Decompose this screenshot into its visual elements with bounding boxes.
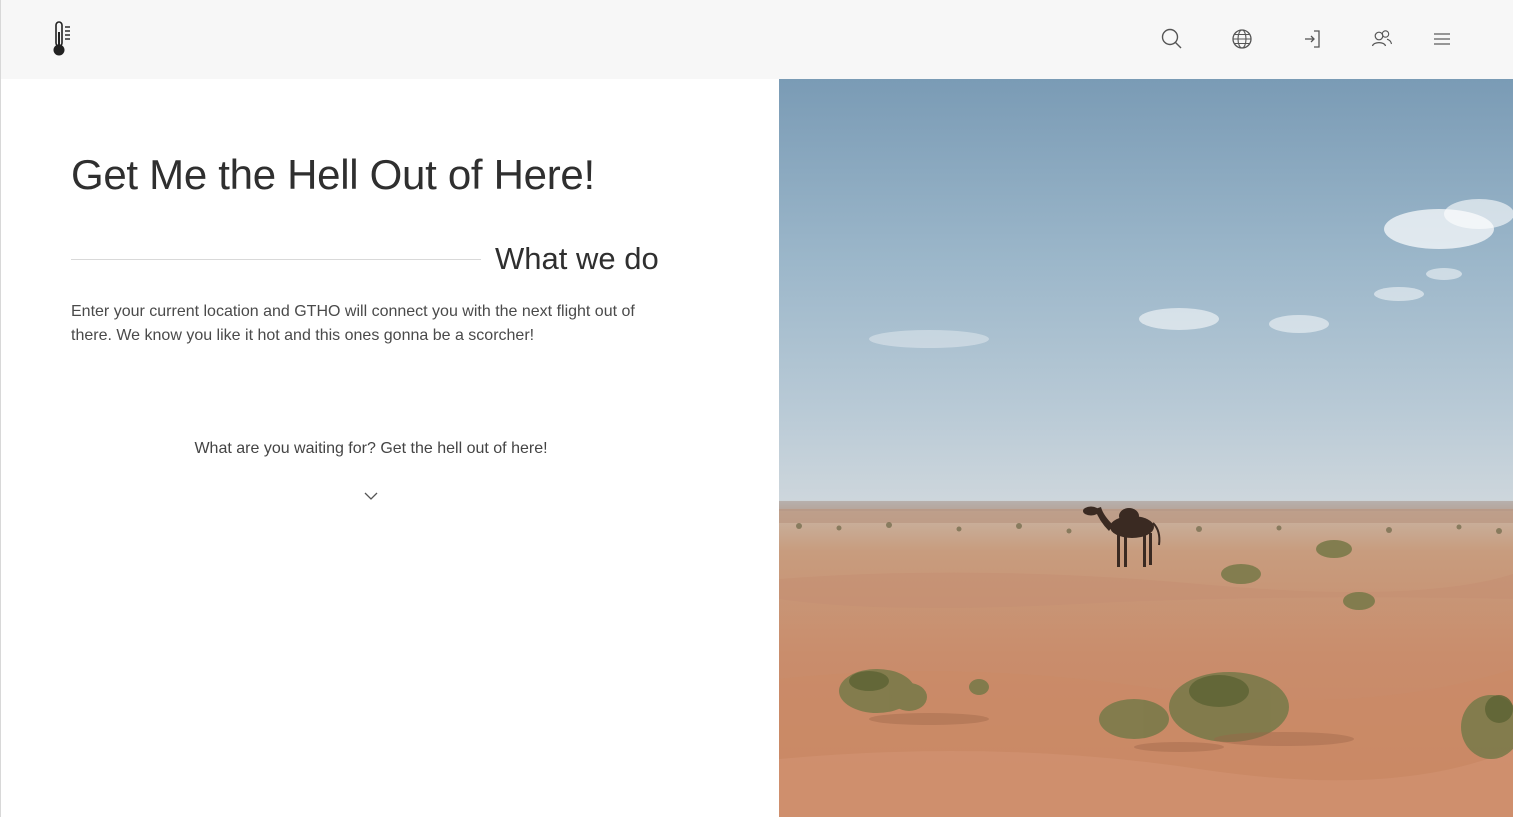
chevron-down-icon[interactable] (363, 489, 379, 501)
globe-icon[interactable] (1229, 26, 1255, 52)
sign-in-icon[interactable] (1299, 26, 1325, 52)
section-heading: What we do (495, 241, 659, 276)
thermometer-icon[interactable] (49, 20, 75, 58)
users-icon[interactable] (1369, 26, 1395, 52)
page-title: Get Me the Hell Out of Here! (71, 151, 595, 198)
desert-camel-photo (779, 79, 1513, 817)
top-navigation-bar (0, 0, 1513, 79)
section-divider (71, 259, 481, 260)
content-pane: Get Me the Hell Out of Here! What we do … (0, 79, 779, 817)
search-icon[interactable] (1159, 26, 1185, 52)
menu-icon[interactable] (1429, 26, 1455, 52)
call-to-action-text: What are you waiting for? Get the hell o… (194, 440, 548, 457)
intro-paragraph: Enter your current location and GTHO wil… (71, 303, 635, 344)
